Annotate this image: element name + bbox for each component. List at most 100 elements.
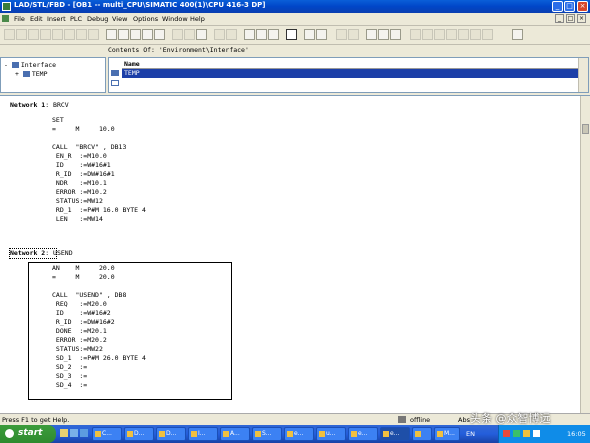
- stl-line[interactable]: SD_4 :=: [52, 381, 87, 389]
- stl-line[interactable]: SET: [52, 116, 64, 124]
- zoom-icon[interactable]: [286, 29, 297, 40]
- network-1-title[interactable]: Network 1: BRCV: [10, 101, 69, 109]
- tool-icon[interactable]: [28, 29, 39, 40]
- view-fbd-icon[interactable]: [390, 29, 401, 40]
- tree-expander[interactable]: -: [4, 61, 8, 69]
- stl-line[interactable]: ID :=W#16#1: [52, 161, 111, 169]
- clock[interactable]: 16:05: [567, 430, 586, 438]
- undo-icon[interactable]: [214, 29, 225, 40]
- taskbar-item[interactable]: M...: [434, 427, 460, 441]
- taskbar-item[interactable]: D...: [156, 427, 186, 441]
- stl-line[interactable]: NDR :=M10.1: [52, 179, 107, 187]
- tool-icon[interactable]: [4, 29, 15, 40]
- stl-line[interactable]: ERROR :=M10.2: [52, 188, 107, 196]
- minimize-button[interactable]: _: [552, 1, 563, 12]
- taskbar-item[interactable]: S...: [252, 427, 282, 441]
- taskbar-item[interactable]: u...: [316, 427, 346, 441]
- tool-icon[interactable]: [16, 29, 27, 40]
- stl-line[interactable]: AN M 20.0: [52, 264, 115, 272]
- tree-item-interface[interactable]: - Interface: [4, 61, 56, 69]
- mdi-restore-button[interactable]: □: [566, 14, 575, 23]
- quicklaunch-icon[interactable]: [60, 429, 68, 437]
- network-icon[interactable]: [268, 29, 279, 40]
- stl-line[interactable]: ID :=W#16#2: [52, 309, 111, 317]
- taskbar-item[interactable]: e...: [348, 427, 378, 441]
- stl-line[interactable]: CALL "BRCV" , DB13: [52, 143, 126, 151]
- taskbar-item[interactable]: [412, 427, 432, 441]
- taskbar-item[interactable]: e...: [380, 427, 410, 441]
- maximize-button[interactable]: □: [564, 1, 575, 12]
- help-icon[interactable]: [512, 29, 523, 40]
- paste-icon[interactable]: [196, 29, 207, 40]
- table-scrollbar[interactable]: [578, 58, 588, 92]
- stl-line[interactable]: R_ID :=DW#16#2: [52, 318, 115, 326]
- branch-open-icon[interactable]: [446, 29, 457, 40]
- stl-line[interactable]: SD_2 :=: [52, 363, 87, 371]
- tool-icon[interactable]: [88, 29, 99, 40]
- quicklaunch-icon[interactable]: [70, 429, 78, 437]
- mdi-minimize-button[interactable]: _: [555, 14, 564, 23]
- cut-icon[interactable]: [172, 29, 183, 40]
- language-indicator[interactable]: EN: [466, 430, 475, 438]
- mdi-close-button[interactable]: ×: [577, 14, 586, 23]
- nav-first-icon[interactable]: [336, 29, 347, 40]
- tree-item-temp[interactable]: + TEMP: [15, 70, 48, 78]
- stl-line[interactable]: REQ :=M20.0: [52, 300, 107, 308]
- menu-file[interactable]: File: [14, 15, 25, 23]
- table-row[interactable]: TEMP: [122, 69, 580, 78]
- stl-line[interactable]: SD_3 :=: [52, 372, 87, 380]
- stl-line[interactable]: RD_1 :=P#M 16.0 BYTE 4: [52, 206, 146, 214]
- menu-plc[interactable]: PLC: [70, 15, 82, 23]
- menu-help[interactable]: Help: [190, 15, 205, 23]
- coil-icon[interactable]: [434, 29, 445, 40]
- redo-icon[interactable]: [226, 29, 237, 40]
- stl-line[interactable]: R_ID :=DW#16#1: [52, 170, 115, 178]
- stl-line[interactable]: STATUS:=MW12: [52, 197, 103, 205]
- stl-line[interactable]: = M 10.0: [52, 125, 115, 133]
- editor-scrollbar[interactable]: [580, 96, 590, 414]
- open-icon[interactable]: [118, 29, 129, 40]
- copy-icon[interactable]: [184, 29, 195, 40]
- tray-icon[interactable]: [523, 430, 530, 437]
- save-icon[interactable]: [142, 29, 153, 40]
- tray-icon[interactable]: [533, 430, 540, 437]
- tool-icon[interactable]: [76, 29, 87, 40]
- print-icon[interactable]: [154, 29, 165, 40]
- new-icon[interactable]: [106, 29, 117, 40]
- details-icon[interactable]: [316, 29, 327, 40]
- taskbar-item[interactable]: D...: [124, 427, 154, 441]
- download-icon[interactable]: [244, 29, 255, 40]
- branch-close-icon[interactable]: [458, 29, 469, 40]
- menu-insert[interactable]: Insert: [47, 15, 66, 23]
- menu-debug[interactable]: Debug: [87, 15, 108, 23]
- menu-edit[interactable]: Edit: [30, 15, 43, 23]
- menu-view[interactable]: View: [112, 15, 127, 23]
- box-icon[interactable]: [470, 29, 481, 40]
- start-button[interactable]: start: [0, 425, 56, 443]
- taskbar-item[interactable]: e...: [284, 427, 314, 441]
- document-icon[interactable]: [2, 15, 9, 22]
- view-stl-icon[interactable]: [378, 29, 389, 40]
- overview-icon[interactable]: [304, 29, 315, 40]
- network-2-title[interactable]: Network 2: USEND: [10, 249, 73, 257]
- taskbar-item[interactable]: C...: [92, 427, 122, 441]
- contact-no-icon[interactable]: [410, 29, 421, 40]
- stl-line[interactable]: ERROR :=M20.2: [52, 336, 107, 344]
- taskbar-item[interactable]: I...: [188, 427, 218, 441]
- tool-icon[interactable]: [40, 29, 51, 40]
- nav-last-icon[interactable]: [348, 29, 359, 40]
- stl-line[interactable]: = M 20.0: [52, 273, 115, 281]
- online-icon[interactable]: [130, 29, 141, 40]
- view-lad-icon[interactable]: [366, 29, 377, 40]
- tray-icon[interactable]: [503, 430, 510, 437]
- taskbar-item[interactable]: A...: [220, 427, 250, 441]
- stl-line[interactable]: STATUS:=MW22: [52, 345, 103, 353]
- line-icon[interactable]: [482, 29, 493, 40]
- column-header-name[interactable]: Name: [122, 60, 580, 69]
- scroll-thumb[interactable]: [582, 124, 589, 134]
- tray-icon[interactable]: [513, 430, 520, 437]
- stl-line[interactable]: EN_R :=M10.0: [52, 152, 107, 160]
- close-button[interactable]: ×: [577, 1, 588, 12]
- menu-window[interactable]: Window: [162, 15, 188, 23]
- tree-expander[interactable]: +: [15, 70, 19, 78]
